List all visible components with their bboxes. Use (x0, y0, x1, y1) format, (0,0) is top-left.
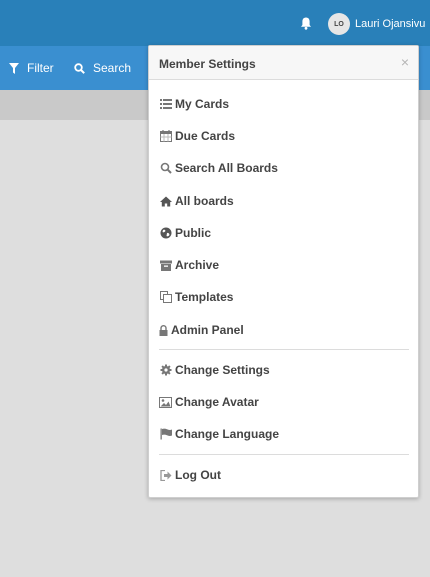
search-button[interactable]: Search (74, 60, 131, 76)
copy-icon (159, 291, 172, 304)
globe-icon (159, 227, 172, 240)
home-icon (159, 195, 172, 208)
menu-divider (159, 454, 409, 455)
menu-item-change-language[interactable]: Change Language (159, 424, 279, 444)
menu-item-label: Admin Panel (171, 323, 244, 337)
sign-out-icon (159, 469, 172, 482)
menu-item-label: Log Out (175, 468, 221, 482)
search-icon (159, 162, 172, 175)
menu-item-label: Templates (175, 290, 234, 304)
gear-icon (159, 364, 172, 377)
calendar-icon (159, 130, 172, 143)
avatar[interactable]: LO (328, 13, 350, 35)
menu-item-public[interactable]: Public (159, 223, 211, 243)
menu-item-templates[interactable]: Templates (159, 287, 233, 307)
user-name[interactable]: Lauri Ojansivu (355, 18, 425, 30)
bell-icon[interactable] (300, 17, 312, 30)
search-icon (74, 62, 85, 74)
menu-item-log-out[interactable]: Log Out (159, 465, 221, 485)
menu-item-label: Change Settings (175, 363, 270, 377)
menu-item-change-settings[interactable]: Change Settings (159, 360, 270, 380)
menu-item-label: Search All Boards (175, 161, 278, 175)
menu-item-label: Change Language (175, 427, 280, 441)
search-label: Search (93, 61, 132, 75)
menu-item-label: My Cards (175, 97, 230, 111)
filter-icon (9, 62, 19, 74)
top-header-bar: LO Lauri Ojansivu (0, 0, 430, 46)
user-menu-button[interactable]: LO Lauri Ojansivu (328, 13, 425, 35)
member-settings-popup: Member Settings × My Cards Due Cards Sea… (148, 45, 419, 498)
popup-title: Member Settings (159, 57, 256, 71)
menu-item-admin-panel[interactable]: Admin Panel (159, 320, 244, 340)
menu-item-label: Public (175, 226, 212, 240)
lock-icon (159, 324, 168, 337)
close-icon[interactable]: × (401, 54, 409, 70)
menu-divider (159, 349, 409, 350)
filter-button[interactable]: Filter (9, 60, 54, 76)
list-icon (159, 98, 172, 111)
menu-item-change-avatar[interactable]: Change Avatar (159, 392, 259, 412)
menu-item-label: All boards (175, 194, 234, 208)
flag-icon (159, 428, 172, 441)
archive-icon (159, 259, 172, 272)
menu-item-all-boards[interactable]: All boards (159, 191, 234, 211)
menu-item-search-all-boards[interactable]: Search All Boards (159, 158, 278, 178)
menu-item-my-cards[interactable]: My Cards (159, 94, 229, 114)
filter-label: Filter (27, 61, 54, 75)
menu-item-label: Due Cards (175, 129, 236, 143)
popup-header: Member Settings × (149, 46, 418, 80)
menu-item-archive[interactable]: Archive (159, 255, 219, 275)
menu-item-label: Change Avatar (175, 395, 259, 409)
menu-item-label: Archive (175, 258, 220, 272)
picture-icon (159, 396, 172, 409)
menu-item-due-cards[interactable]: Due Cards (159, 126, 235, 146)
